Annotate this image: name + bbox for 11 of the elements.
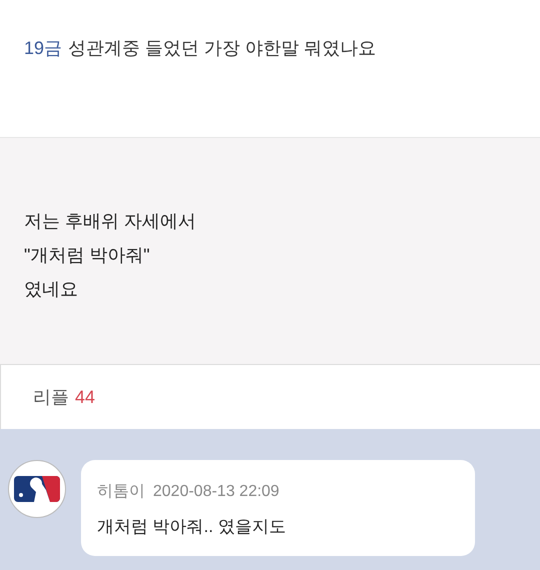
body-text: 였네요	[24, 278, 79, 301]
replies-count: 44	[75, 386, 96, 408]
logo-icon	[14, 476, 60, 502]
body-text: "개처럼 박아줘"	[24, 244, 151, 267]
category-tag: 19금	[24, 35, 62, 61]
replies-label: 리플	[33, 386, 69, 408]
comment-date: 2020-08-13 22:09	[153, 482, 280, 502]
post-title: 성관계중 들었던 가장 야한말 뭐였나요	[68, 37, 376, 60]
comment-author: 히톰이	[97, 482, 145, 502]
comment-text: 개처럼 박아줘.. 였을지도	[97, 516, 287, 538]
body-text: 저는 후배위 자세에서	[24, 210, 198, 233]
